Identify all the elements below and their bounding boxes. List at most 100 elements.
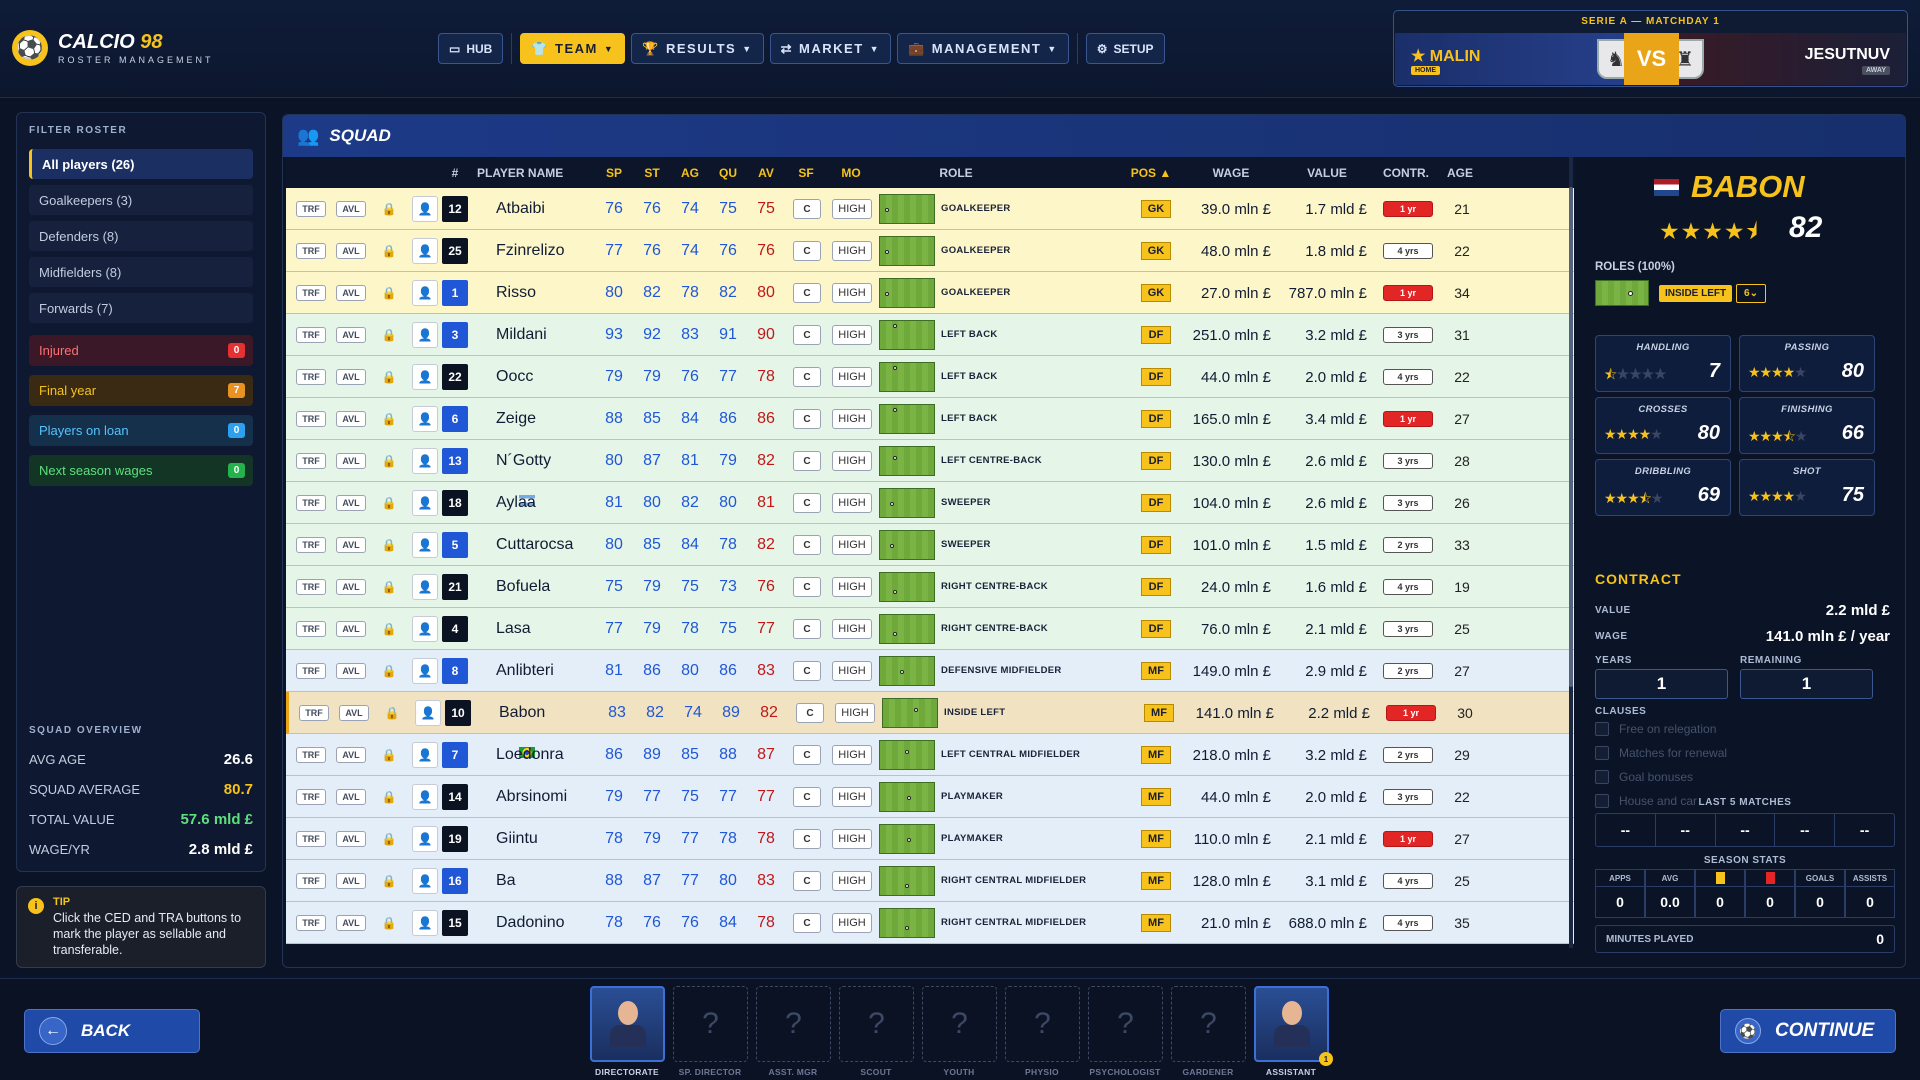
- avl-button[interactable]: AVL: [336, 747, 366, 763]
- player-name[interactable]: Dadonino: [496, 914, 565, 932]
- release-player-icon[interactable]: 👤: [412, 238, 438, 264]
- player-name[interactable]: Giintu: [496, 830, 538, 848]
- player-name[interactable]: Bofuela: [496, 578, 550, 596]
- lock-icon[interactable]: 🔒: [376, 448, 402, 474]
- lock-icon[interactable]: 🔒: [376, 742, 402, 768]
- nav-hub-button[interactable]: ▭ HUB: [438, 33, 504, 64]
- avl-button[interactable]: AVL: [339, 705, 369, 721]
- player-name[interactable]: Anlibteri: [496, 662, 554, 680]
- table-row[interactable]: TRF AVL 🔒 👤 8 Anlibteri 81 86 80 86 83 C HIGH DEFENSI…: [286, 650, 1574, 692]
- table-row[interactable]: TRF AVL 🔒 👤 14 Abrsinomi 79 77 75 77 77 C HIGH PLAYMA…: [286, 776, 1574, 818]
- trf-button[interactable]: TRF: [296, 621, 326, 637]
- table-row[interactable]: TRF AVL 🔒 👤 18 Aylaa 81 80 82 80 81 C HIGH SWEEPER DF 1…: [286, 482, 1574, 524]
- player-name[interactable]: Ba: [496, 872, 516, 890]
- lock-icon[interactable]: 🔒: [376, 532, 402, 558]
- table-row[interactable]: TRF AVL 🔒 👤 12 Atbaibi 76 76 74 75 75 C HIGH GOALKEEP…: [286, 188, 1574, 230]
- table-row[interactable]: TRF AVL 🔒 👤 25 Fzinrelizo 77 76 74 76 76 C HIGH GOALK…: [286, 230, 1574, 272]
- staff-slot-assistant[interactable]: 1: [1254, 986, 1333, 1066]
- avl-button[interactable]: AVL: [336, 411, 366, 427]
- player-name[interactable]: Cuttarocsa: [496, 536, 573, 554]
- table-scrollbar[interactable]: [1569, 157, 1573, 948]
- player-name[interactable]: Lasa: [496, 620, 531, 638]
- staff-slot-asst-mgr[interactable]: ?: [756, 986, 831, 1062]
- lock-icon[interactable]: 🔒: [376, 490, 402, 516]
- release-player-icon[interactable]: 👤: [412, 658, 438, 684]
- staff-slot-youth[interactable]: ?: [922, 986, 997, 1062]
- player-name[interactable]: Abrsinomi: [496, 788, 567, 806]
- col-role[interactable]: ROLE: [906, 166, 1006, 180]
- avl-button[interactable]: AVL: [336, 537, 366, 553]
- avl-button[interactable]: AVL: [336, 663, 366, 679]
- scroll-thumb[interactable]: [1569, 187, 1573, 687]
- player-name[interactable]: Aylaa: [496, 494, 536, 512]
- nav-market-button[interactable]: ⇄ MARKET ▼: [769, 33, 892, 64]
- trf-button[interactable]: TRF: [296, 579, 326, 595]
- trf-button[interactable]: TRF: [296, 453, 326, 469]
- table-row[interactable]: TRF AVL 🔒 👤 13 N´Gotty 80 87 81 79 82 C HIGH LEFT CEN…: [286, 440, 1574, 482]
- staff-slot-scout[interactable]: ?: [839, 986, 914, 1062]
- staff-slot-physio[interactable]: ?: [1005, 986, 1080, 1062]
- release-player-icon[interactable]: 👤: [412, 196, 438, 222]
- lock-icon[interactable]: 🔒: [376, 784, 402, 810]
- avl-button[interactable]: AVL: [336, 285, 366, 301]
- trf-button[interactable]: TRF: [296, 369, 326, 385]
- avl-button[interactable]: AVL: [336, 579, 366, 595]
- back-button[interactable]: ← BACK: [24, 1009, 200, 1053]
- lock-icon[interactable]: 🔒: [376, 364, 402, 390]
- player-name[interactable]: Risso: [496, 284, 536, 302]
- table-row[interactable]: TRF AVL 🔒 👤 6 Zeige 88 85 84 86 86 C HIGH LEFT BACK DF…: [286, 398, 1574, 440]
- filter-item[interactable]: All players (26): [29, 149, 253, 179]
- lock-icon[interactable]: 🔒: [376, 574, 402, 600]
- trf-button[interactable]: TRF: [296, 285, 326, 301]
- col-sp[interactable]: SP: [599, 166, 629, 180]
- avl-button[interactable]: AVL: [336, 243, 366, 259]
- table-row[interactable]: TRF AVL 🔒 👤 16 Ba 88 87 77 80 83 C HIGH RIGHT CENTRAL…: [286, 860, 1574, 902]
- lock-icon[interactable]: 🔒: [376, 406, 402, 432]
- trf-button[interactable]: TRF: [296, 495, 326, 511]
- table-row[interactable]: TRF AVL 🔒 👤 7 Loedonra 86 89 85 88 87 C HIGH LEFT CEN…: [286, 734, 1574, 776]
- release-player-icon[interactable]: 👤: [412, 910, 438, 936]
- release-player-icon[interactable]: 👤: [412, 826, 438, 852]
- trf-button[interactable]: TRF: [296, 537, 326, 553]
- col-value[interactable]: VALUE: [1282, 166, 1372, 180]
- player-name[interactable]: Fzinrelizo: [496, 242, 564, 260]
- table-row[interactable]: TRF AVL 🔒 👤 19 Giintu 78 79 77 78 78 C HIGH PLAYMAKER…: [286, 818, 1574, 860]
- avl-button[interactable]: AVL: [336, 327, 366, 343]
- player-name[interactable]: Mildani: [496, 326, 547, 344]
- release-player-icon[interactable]: 👤: [412, 742, 438, 768]
- flag-filter-item[interactable]: Final year 7: [29, 375, 253, 406]
- player-name[interactable]: Atbaibi: [496, 200, 545, 218]
- release-player-icon[interactable]: 👤: [412, 406, 438, 432]
- player-name[interactable]: N´Gotty: [496, 452, 551, 470]
- staff-slot-gardener[interactable]: ?: [1171, 986, 1246, 1062]
- continue-button[interactable]: ⚽ CONTINUE: [1720, 1009, 1896, 1053]
- table-row[interactable]: TRF AVL 🔒 👤 1 Risso 80 82 78 82 80 C HIGH GOALKEEPER G…: [286, 272, 1574, 314]
- trf-button[interactable]: TRF: [296, 915, 326, 931]
- table-row[interactable]: TRF AVL 🔒 👤 5 Cuttarocsa 80 85 84 78 82 C HIGH SWEEPE…: [286, 524, 1574, 566]
- trf-button[interactable]: TRF: [296, 327, 326, 343]
- col-age[interactable]: AGE: [1440, 166, 1480, 180]
- lock-icon[interactable]: 🔒: [379, 700, 405, 726]
- avl-button[interactable]: AVL: [336, 915, 366, 931]
- avl-button[interactable]: AVL: [336, 831, 366, 847]
- avl-button[interactable]: AVL: [336, 453, 366, 469]
- staff-slot-sp-director[interactable]: ?: [673, 986, 748, 1062]
- trf-button[interactable]: TRF: [299, 705, 329, 721]
- lock-icon[interactable]: 🔒: [376, 826, 402, 852]
- trf-button[interactable]: TRF: [296, 747, 326, 763]
- clause-checkbox[interactable]: Goal bonuses: [1595, 770, 1693, 784]
- avl-button[interactable]: AVL: [336, 873, 366, 889]
- table-row[interactable]: TRF AVL 🔒 👤 10 Babon 83 82 74 89 82 C HIGH INSIDE LEF…: [286, 692, 1574, 734]
- filter-item[interactable]: Midfielders (8): [29, 257, 253, 287]
- avl-button[interactable]: AVL: [336, 621, 366, 637]
- trf-button[interactable]: TRF: [296, 663, 326, 679]
- filter-item[interactable]: Goalkeepers (3): [29, 185, 253, 215]
- release-player-icon[interactable]: 👤: [412, 616, 438, 642]
- player-name[interactable]: Oocc: [496, 368, 533, 386]
- clause-checkbox[interactable]: Free on relegation: [1595, 722, 1716, 736]
- col-av[interactable]: AV: [751, 166, 781, 180]
- release-player-icon[interactable]: 👤: [412, 868, 438, 894]
- release-player-icon[interactable]: 👤: [412, 322, 438, 348]
- release-player-icon[interactable]: 👤: [412, 280, 438, 306]
- staff-slot-directorate[interactable]: [590, 986, 665, 1062]
